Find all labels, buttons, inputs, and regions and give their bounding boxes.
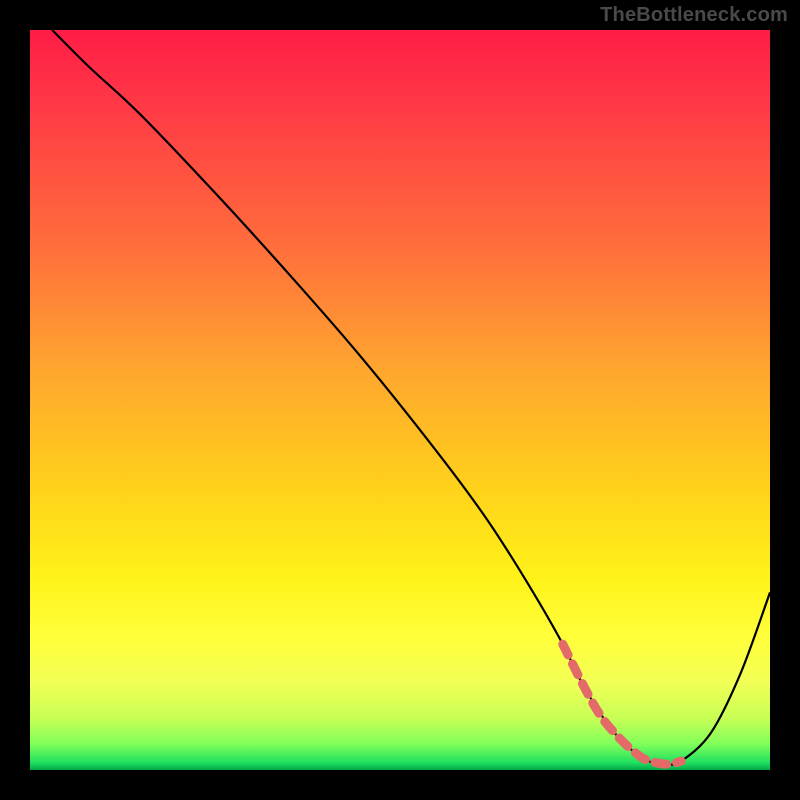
watermark-text: TheBottleneck.com — [600, 4, 788, 27]
curve-layer — [30, 30, 770, 770]
optimal-range-marker — [563, 644, 681, 764]
bottleneck-curve — [52, 30, 770, 765]
plot-area — [30, 30, 770, 770]
chart-container: TheBottleneck.com — [0, 0, 800, 800]
